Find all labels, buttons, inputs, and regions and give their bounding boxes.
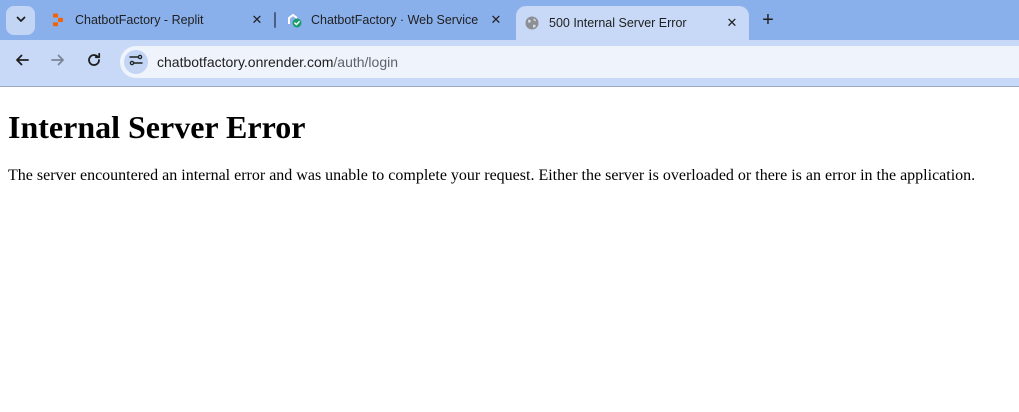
tab-strip: ChatbotFactory - Replit ✕ ChatbotFactory…: [0, 0, 1019, 40]
tab-title: 500 Internal Server Error: [549, 16, 687, 30]
url-text[interactable]: chatbotfactory.onrender.com/auth/login: [157, 54, 398, 70]
browser-toolbar: chatbotfactory.onrender.com/auth/login: [0, 40, 1019, 86]
page-content: Internal Server Error The server encount…: [0, 87, 1019, 412]
render-service-icon: [286, 12, 302, 28]
replit-icon: [50, 12, 66, 28]
tab-error-page[interactable]: 500 Internal Server Error ✕: [516, 6, 749, 40]
tab-render-service[interactable]: ChatbotFactory · Web Service ✕: [278, 0, 511, 40]
error-heading: Internal Server Error: [8, 109, 306, 145]
chevron-down-icon: [15, 12, 27, 30]
tab-search-button[interactable]: [6, 6, 35, 35]
reload-icon: [86, 52, 102, 73]
arrow-right-icon: [50, 52, 66, 73]
tab-title: ChatbotFactory - Replit: [75, 13, 204, 27]
url-host: chatbotfactory.onrender.com: [157, 54, 334, 70]
new-tab-button[interactable]: +: [756, 9, 780, 31]
tab-replit[interactable]: ChatbotFactory - Replit ✕: [40, 0, 272, 40]
close-tab-icon[interactable]: ✕: [723, 14, 741, 32]
back-button[interactable]: [8, 48, 36, 76]
address-bar[interactable]: chatbotfactory.onrender.com/auth/login: [120, 46, 1019, 78]
tune-icon: [129, 53, 143, 71]
tab-separator: [274, 12, 276, 28]
tab-title: ChatbotFactory · Web Service: [311, 13, 479, 27]
reload-button[interactable]: [80, 48, 108, 76]
globe-icon: [524, 15, 540, 31]
site-info-button[interactable]: [124, 50, 148, 74]
close-tab-icon[interactable]: ✕: [248, 11, 266, 29]
close-tab-icon[interactable]: ✕: [487, 11, 505, 29]
arrow-left-icon: [14, 52, 30, 73]
forward-button[interactable]: [44, 48, 72, 76]
url-path: /auth/login: [333, 54, 399, 70]
error-message: The server encountered an internal error…: [8, 167, 976, 184]
